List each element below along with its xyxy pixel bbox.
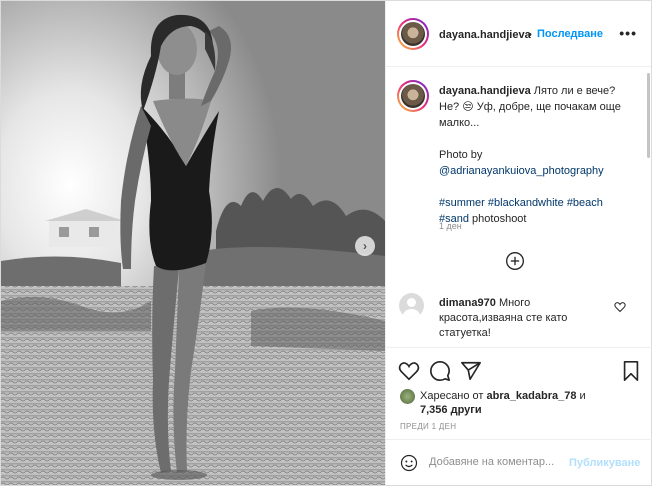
author-avatar[interactable] <box>397 18 429 50</box>
comments-scrollbar[interactable] <box>647 73 650 158</box>
follow-button[interactable]: Последване <box>537 28 603 40</box>
likes-prefix: Харесано от <box>420 390 484 402</box>
caption-author-avatar[interactable] <box>397 80 429 112</box>
comment-item: dimana970 Много красота,изваяна сте като… <box>439 296 609 341</box>
post-photo[interactable]: › <box>1 1 385 485</box>
publish-button[interactable]: Публикуване <box>569 457 640 469</box>
post-header: dayana.handjieva • Последване ••• <box>386 1 651 67</box>
more-icon[interactable]: ••• <box>619 25 637 41</box>
next-photo-button[interactable]: › <box>355 236 375 256</box>
smiley-icon[interactable] <box>400 454 418 472</box>
post-timestamp[interactable]: ПРЕДИ 1 ДЕН <box>400 422 456 431</box>
post-side-panel: dayana.handjieva • Последване ••• dayana… <box>385 1 652 485</box>
add-comment-bar: Публикуване <box>386 439 652 485</box>
post-actions-bar <box>386 356 652 386</box>
heart-icon[interactable] <box>614 301 626 313</box>
comment-icon[interactable] <box>429 360 451 382</box>
liker-avatar[interactable] <box>400 389 415 404</box>
instagram-post: › dayana.handjieva • Последване ••• daya… <box>0 0 652 486</box>
post-image <box>1 1 385 485</box>
comment-input[interactable] <box>429 456 559 468</box>
hashtag-link[interactable]: #summer <box>439 197 485 209</box>
comment-username[interactable]: dimana970 <box>439 297 496 309</box>
caption-username[interactable]: dayana.handjieva <box>439 85 531 97</box>
post-caption: dayana.handjieva Лято ли е вече? Не? 😒 У… <box>439 83 634 227</box>
photo-credit-label: Photo by <box>439 149 483 161</box>
hashtag-link[interactable]: #blackandwhite <box>488 197 564 209</box>
author-username[interactable]: dayana.handjieva <box>439 29 531 41</box>
photographer-link[interactable]: @adrianayankuiova_photography <box>439 165 604 177</box>
comments-section[interactable]: dayana.handjieva Лято ли е вече? Не? 😒 У… <box>386 68 652 348</box>
plus-circle-icon[interactable] <box>505 251 525 271</box>
separator-dot: • <box>528 29 532 41</box>
heart-icon[interactable] <box>398 360 420 382</box>
caption-trailing-text: photoshoot <box>472 213 527 225</box>
likes-conjunction: и <box>579 390 586 402</box>
likes-count-link[interactable]: 7,356 други <box>420 404 482 416</box>
bookmark-icon[interactable] <box>620 360 642 382</box>
paper-plane-icon[interactable] <box>460 360 482 382</box>
hashtag-link[interactable]: #beach <box>567 197 603 209</box>
liker-username[interactable]: abra_kadabra_78 <box>487 390 577 402</box>
commenter-avatar[interactable] <box>399 293 424 318</box>
caption-timestamp[interactable]: 1 ден <box>439 221 462 231</box>
